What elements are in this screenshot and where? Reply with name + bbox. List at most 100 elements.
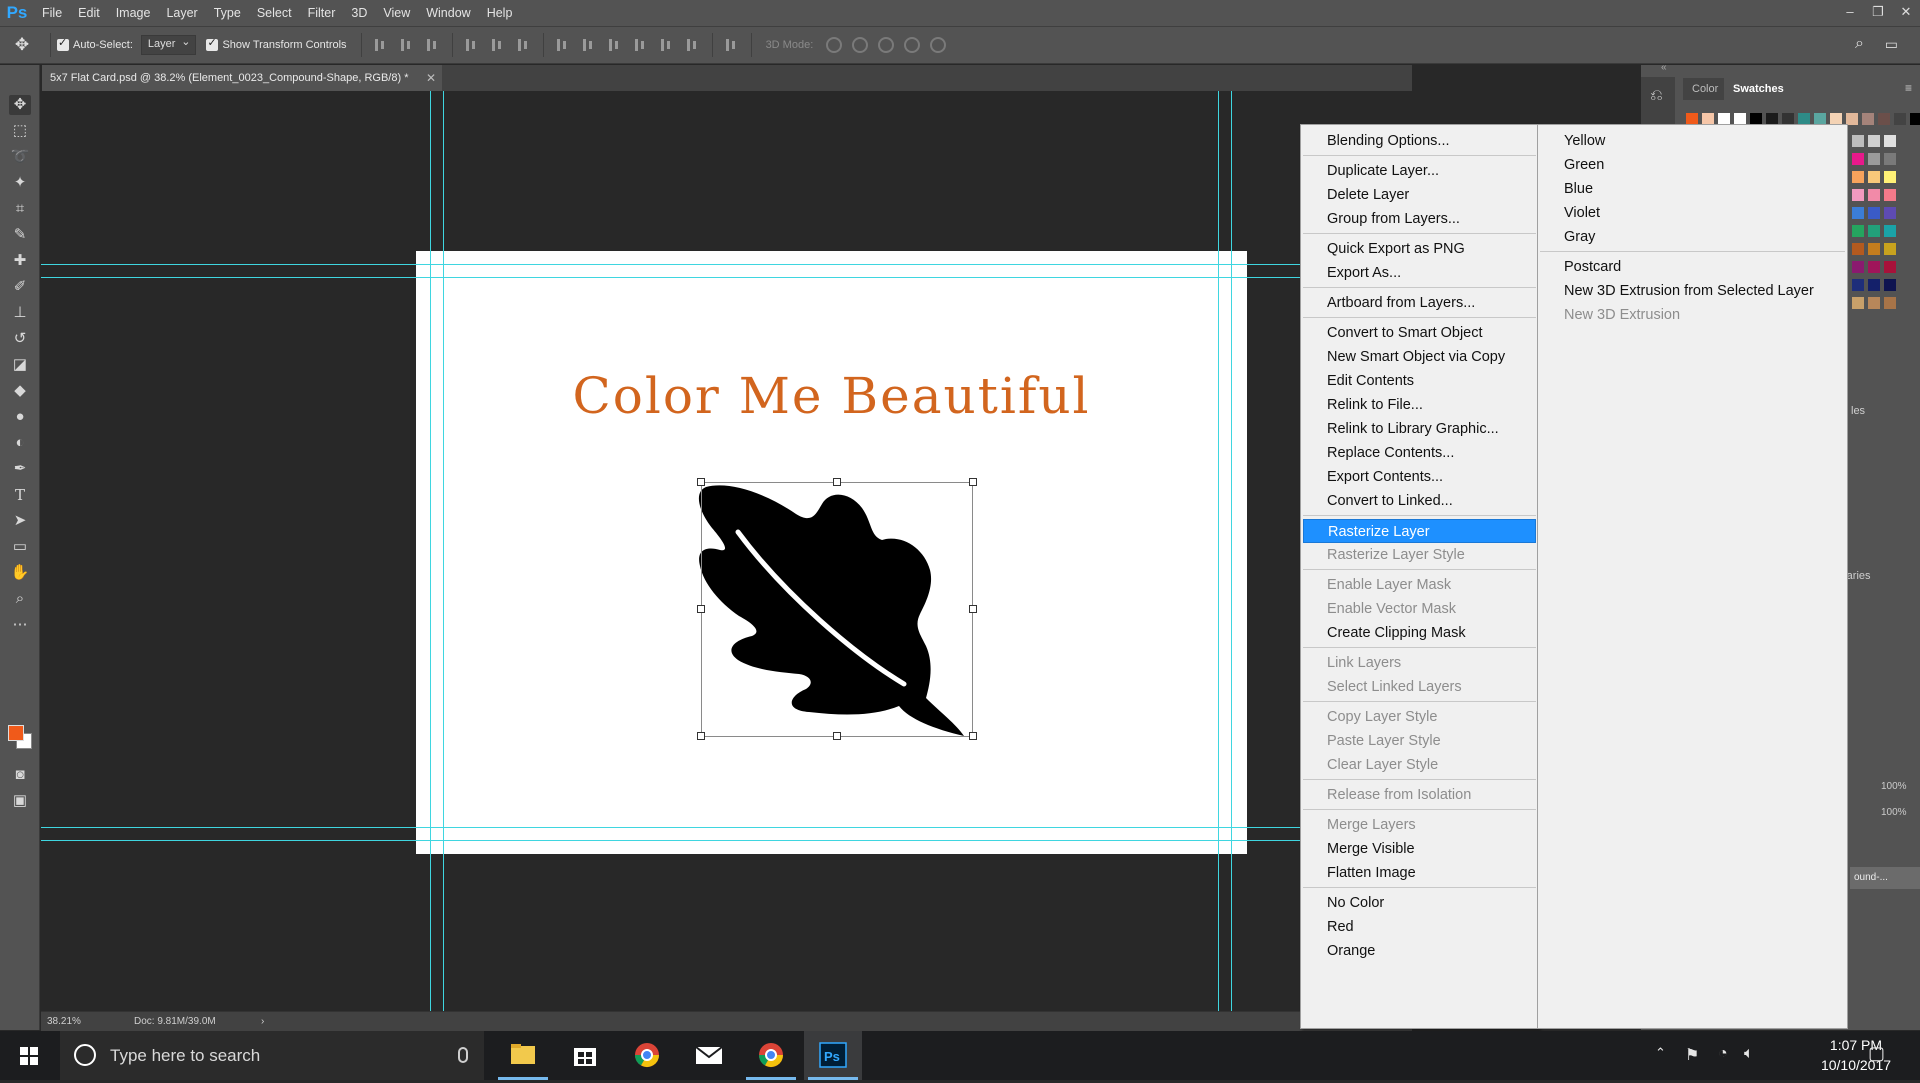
color-swatch[interactable] bbox=[1868, 279, 1880, 291]
menu-item-replace-contents[interactable]: Replace Contents... bbox=[1303, 441, 1536, 465]
color-swatch[interactable] bbox=[1852, 297, 1864, 309]
brush-tool-icon[interactable]: ✐ bbox=[9, 277, 31, 297]
paint-bucket-icon[interactable]: ◆ bbox=[9, 381, 31, 401]
move-tool-icon[interactable]: ✥ bbox=[9, 95, 31, 115]
menu-select[interactable]: Select bbox=[249, 0, 300, 26]
align-top-icon[interactable] bbox=[372, 37, 390, 53]
history-brush-icon[interactable]: ↺ bbox=[9, 329, 31, 349]
volume-icon[interactable]: 🔈︎ bbox=[1744, 1045, 1754, 1063]
menu-item-relink-to-library-graphic[interactable]: Relink to Library Graphic... bbox=[1303, 417, 1536, 441]
distribute-right-icon[interactable] bbox=[684, 37, 702, 53]
rectangle-tool-icon[interactable]: ▭ bbox=[9, 537, 31, 557]
screen-mode-icon[interactable]: ▣ bbox=[9, 791, 31, 811]
menu-item-group-from-layers[interactable]: Group from Layers... bbox=[1303, 207, 1536, 231]
menu-item-flatten-image[interactable]: Flatten Image bbox=[1303, 861, 1536, 885]
3d-roll-icon[interactable] bbox=[852, 37, 869, 53]
color-swatch[interactable] bbox=[1862, 113, 1874, 125]
menu-item-merge-visible[interactable]: Merge Visible bbox=[1303, 837, 1536, 861]
color-swatch[interactable] bbox=[1884, 261, 1896, 273]
opacity-value[interactable]: 100% bbox=[1881, 781, 1907, 792]
menu-item-red[interactable]: Red bbox=[1303, 915, 1536, 939]
color-swatch[interactable] bbox=[1852, 189, 1864, 201]
healing-brush-icon[interactable]: ✚ bbox=[9, 251, 31, 271]
notifications-icon[interactable]: ▢ bbox=[1868, 1043, 1885, 1064]
3d-scale-icon[interactable] bbox=[930, 37, 947, 53]
color-swatch[interactable] bbox=[1852, 171, 1864, 183]
foreground-color-swatch[interactable] bbox=[8, 725, 24, 741]
transform-handle-tr[interactable] bbox=[969, 478, 977, 486]
guide-line[interactable] bbox=[1231, 91, 1232, 1011]
menu-window[interactable]: Window bbox=[418, 0, 478, 26]
document-tab[interactable]: 5x7 Flat Card.psd @ 38.2% (Element_0023_… bbox=[42, 65, 442, 91]
distribute-top-icon[interactable] bbox=[554, 37, 572, 53]
color-swatch[interactable] bbox=[1868, 189, 1880, 201]
styles-tab-fragment[interactable]: les bbox=[1851, 405, 1865, 417]
menu-layer[interactable]: Layer bbox=[158, 0, 205, 26]
color-swatch[interactable] bbox=[1852, 153, 1864, 165]
menu-item-duplicate-layer[interactable]: Duplicate Layer... bbox=[1303, 159, 1536, 183]
menu-item-new-smart-object-via-copy[interactable]: New Smart Object via Copy bbox=[1303, 345, 1536, 369]
color-swatch[interactable] bbox=[1868, 135, 1880, 147]
color-swatch[interactable] bbox=[1868, 261, 1880, 273]
menu-item-edit-contents[interactable]: Edit Contents bbox=[1303, 369, 1536, 393]
menu-file[interactable]: File bbox=[34, 0, 70, 26]
color-swatch[interactable] bbox=[1884, 135, 1896, 147]
transform-handle-bl[interactable] bbox=[697, 732, 705, 740]
menu-type[interactable]: Type bbox=[206, 0, 249, 26]
start-button[interactable] bbox=[0, 1031, 58, 1080]
menu-item-green[interactable]: Green bbox=[1540, 153, 1845, 177]
mail-app[interactable] bbox=[680, 1031, 738, 1080]
menu-help[interactable]: Help bbox=[479, 0, 521, 26]
menu-item-delete-layer[interactable]: Delete Layer bbox=[1303, 183, 1536, 207]
chevron-right-icon[interactable]: › bbox=[261, 1012, 264, 1032]
menu-item-export-as[interactable]: Export As... bbox=[1303, 261, 1536, 285]
canvas-area[interactable]: Color Me Beautiful bbox=[41, 91, 1412, 1011]
menu-item-create-clipping-mask[interactable]: Create Clipping Mask bbox=[1303, 621, 1536, 645]
align-vcenter-icon[interactable] bbox=[398, 37, 416, 53]
color-swatch[interactable] bbox=[1868, 297, 1880, 309]
menu-item-convert-to-smart-object[interactable]: Convert to Smart Object bbox=[1303, 321, 1536, 345]
menu-item-export-contents[interactable]: Export Contents... bbox=[1303, 465, 1536, 489]
pen-tool-icon[interactable]: ✒ bbox=[9, 459, 31, 479]
transform-handle-r[interactable] bbox=[969, 605, 977, 613]
color-swatch[interactable] bbox=[1852, 135, 1864, 147]
auto-select-checkbox[interactable]: Auto-Select: bbox=[57, 36, 133, 51]
lasso-tool-icon[interactable]: ➰ bbox=[9, 147, 31, 167]
color-swatch[interactable] bbox=[1868, 225, 1880, 237]
chevron-up-icon[interactable]: ⌃ bbox=[1655, 1045, 1666, 1061]
workspace-icon[interactable]: ▭ bbox=[1885, 36, 1898, 53]
microphone-icon[interactable] bbox=[458, 1047, 468, 1063]
menu-item-orange[interactable]: Orange bbox=[1303, 939, 1536, 963]
menu-filter[interactable]: Filter bbox=[300, 0, 344, 26]
color-swatch[interactable] bbox=[1894, 113, 1906, 125]
path-selection-icon[interactable]: ➤ bbox=[9, 511, 31, 531]
guide-line[interactable] bbox=[41, 264, 1412, 265]
transform-handle-tl[interactable] bbox=[697, 478, 705, 486]
menu-item-no-color[interactable]: No Color bbox=[1303, 891, 1536, 915]
file-explorer-app[interactable] bbox=[494, 1031, 552, 1080]
crop-tool-icon[interactable]: ⌗ bbox=[9, 199, 31, 219]
color-swatch[interactable] bbox=[1852, 279, 1864, 291]
hand-tool-icon[interactable]: ✋ bbox=[9, 563, 31, 583]
menu-image[interactable]: Image bbox=[108, 0, 159, 26]
card-title-text[interactable]: Color Me Beautiful bbox=[416, 367, 1247, 425]
menu-item-rasterize-layer[interactable]: Rasterize Layer bbox=[1303, 519, 1536, 543]
transform-handle-b[interactable] bbox=[833, 732, 841, 740]
3d-rotate-icon[interactable] bbox=[826, 37, 843, 53]
transform-handle-t[interactable] bbox=[833, 478, 841, 486]
menu-3d[interactable]: 3D bbox=[343, 0, 375, 26]
color-swatch[interactable] bbox=[1884, 153, 1896, 165]
distribute-left-icon[interactable] bbox=[632, 37, 650, 53]
menu-item-relink-to-file[interactable]: Relink to File... bbox=[1303, 393, 1536, 417]
restore-icon[interactable]: ❐ bbox=[1864, 0, 1892, 26]
color-swatch[interactable] bbox=[1852, 207, 1864, 219]
color-swatch[interactable] bbox=[1884, 225, 1896, 237]
fill-value[interactable]: 100% bbox=[1881, 807, 1907, 818]
menu-item-blending-options[interactable]: Blending Options... bbox=[1303, 129, 1536, 153]
color-swatch[interactable] bbox=[1868, 207, 1880, 219]
selected-layer-row[interactable]: ound-... bbox=[1850, 867, 1920, 889]
security-icon[interactable]: ⚑ bbox=[1685, 1045, 1699, 1065]
distribute-bottom-icon[interactable] bbox=[606, 37, 624, 53]
network-icon[interactable]: ◔ bbox=[1718, 1045, 1728, 1063]
more-tools-icon[interactable]: ⋯ bbox=[9, 615, 31, 635]
